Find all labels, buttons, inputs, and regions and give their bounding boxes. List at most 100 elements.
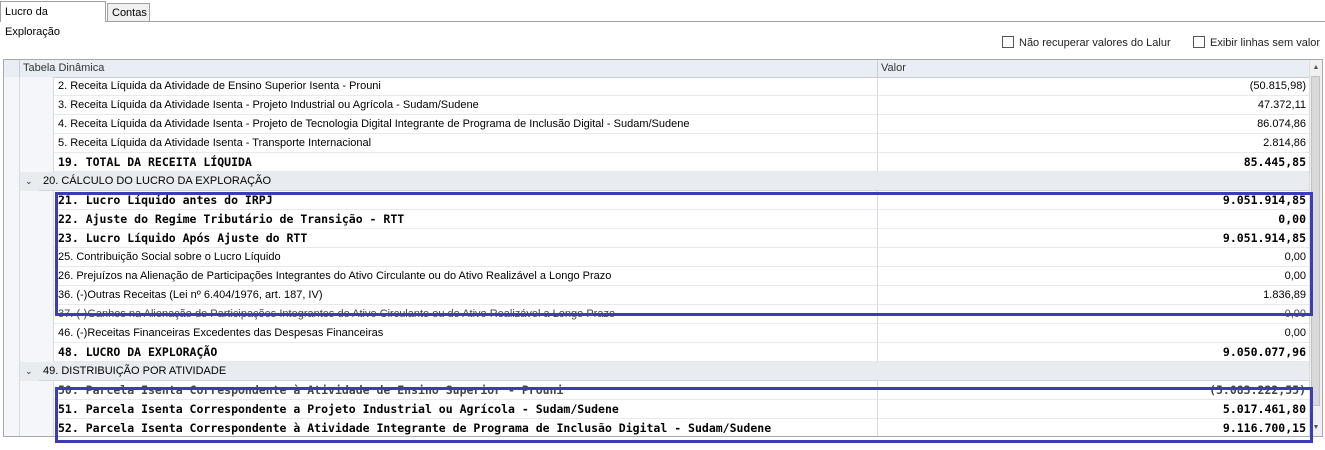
row-value: 0,00	[878, 248, 1310, 267]
table-row[interactable]: 37. (-)Ganhos na Alienação de Participaç…	[4, 305, 1312, 324]
row-value: 2.814,86	[878, 134, 1310, 153]
row-value: (5.083.222,55)	[878, 381, 1310, 400]
row-indicator	[4, 96, 20, 115]
row-value: 9.051.914,85	[878, 191, 1310, 210]
table-row[interactable]: 5. Receita Líquida da Atividade Isenta -…	[4, 134, 1312, 153]
table-row[interactable]: 46. (-)Receitas Financeiras Excedentes d…	[4, 324, 1312, 343]
row-indicator	[4, 77, 20, 96]
row-label: 25. Contribuição Social sobre o Lucro Lí…	[54, 248, 878, 267]
chevron-down-icon[interactable]: ⌄	[25, 367, 33, 376]
column-header-valor[interactable]: Valor	[878, 60, 1312, 77]
checkbox[interactable]	[1193, 36, 1205, 48]
row-indent	[20, 77, 54, 96]
row-value: (50.815,98)	[878, 77, 1310, 96]
row-indicator	[4, 362, 20, 381]
table-row[interactable]: 25. Contribuição Social sobre o Lucro Lí…	[4, 248, 1312, 267]
table-row[interactable]: 26. Prejuízos na Alienação de Participaç…	[4, 267, 1312, 286]
row-value: 0,00	[878, 324, 1310, 343]
row-label: 21. Lucro Líquido antes do IRPJ	[54, 191, 878, 210]
pivot-grid: Tabela Dinâmica Valor 2. Receita Líquida…	[3, 59, 1323, 437]
row-indicator	[4, 172, 20, 191]
row-label: 51. Parcela Isenta Correspondente a Proj…	[54, 400, 878, 419]
table-row[interactable]: 2. Receita Líquida da Atividade de Ensin…	[4, 77, 1312, 96]
row-value: 9.051.914,85	[878, 229, 1310, 248]
row-label: 5. Receita Líquida da Atividade Isenta -…	[54, 134, 878, 153]
option-nao-recuperar-lalur[interactable]: Não recuperar valores do Lalur	[1002, 36, 1171, 50]
row-indicator	[4, 286, 20, 305]
row-indent	[20, 96, 54, 115]
row-indicator	[4, 115, 20, 134]
table-row[interactable]: 36. (-)Outras Receitas (Lei nº 6.404/197…	[4, 286, 1312, 305]
row-label: 26. Prejuízos na Alienação de Participaç…	[54, 267, 878, 286]
table-row[interactable]: 51. Parcela Isenta Correspondente a Proj…	[4, 400, 1312, 419]
table-row[interactable]: 22. Ajuste do Regime Tributário de Trans…	[4, 210, 1312, 229]
row-value: 5.017.461,80	[878, 400, 1310, 419]
row-label: 3. Receita Líquida da Atividade Isenta -…	[54, 96, 878, 115]
row-indicator	[4, 324, 20, 343]
vertical-scrollbar[interactable]: ▲ ▼	[1309, 60, 1322, 436]
arrow-up-icon[interactable]: ▲	[1310, 62, 1322, 74]
row-indent	[20, 324, 54, 343]
row-label: 20. CÁLCULO DO LUCRO DA EXPLORAÇÃO	[39, 172, 1311, 191]
row-value: 1.836,89	[878, 286, 1310, 305]
row-indicator	[4, 248, 20, 267]
row-label: 36. (-)Outras Receitas (Lei nº 6.404/197…	[54, 286, 878, 305]
row-indent	[20, 305, 54, 324]
row-indent	[20, 229, 54, 248]
row-label: 4. Receita Líquida da Atividade Isenta -…	[54, 115, 878, 134]
chevron-down-icon[interactable]: ⌄	[25, 177, 33, 186]
row-label: 23. Lucro Líquido Após Ajuste do RTT	[54, 229, 878, 248]
row-label: 50. Parcela Isenta Correspondente à Ativ…	[54, 381, 878, 400]
row-indicator	[4, 210, 20, 229]
row-indent	[20, 248, 54, 267]
row-indent	[20, 419, 54, 436]
arrow-down-icon[interactable]: ▼	[1310, 422, 1322, 434]
tab-lucro-da-exploracao[interactable]: Lucro da Exploração	[0, 1, 106, 38]
row-label: 48. LUCRO DA EXPLORAÇÃO	[54, 343, 878, 362]
row-value: 0,00	[878, 305, 1310, 324]
checkbox[interactable]	[1002, 36, 1014, 48]
row-indent	[20, 115, 54, 134]
table-row[interactable]: 4. Receita Líquida da Atividade Isenta -…	[4, 115, 1312, 134]
row-value: 9.050.077,96	[878, 343, 1310, 362]
row-label: 46. (-)Receitas Financeiras Excedentes d…	[54, 324, 878, 343]
row-label: 37. (-)Ganhos na Alienação de Participaç…	[54, 305, 878, 324]
row-label: 22. Ajuste do Regime Tributário de Trans…	[54, 210, 878, 229]
row-value: 9.116.700,15	[878, 419, 1310, 436]
row-indicator	[4, 153, 20, 172]
group-row[interactable]: ⌄ 20. CÁLCULO DO LUCRO DA EXPLORAÇÃO	[4, 172, 1312, 191]
row-label: 19. TOTAL DA RECEITA LÍQUIDA	[54, 153, 878, 172]
row-indent	[20, 191, 54, 210]
option-exibir-linhas-sem-valor[interactable]: Exibir linhas sem valor	[1193, 36, 1320, 50]
row-indicator	[4, 381, 20, 400]
table-row[interactable]: 23. Lucro Líquido Após Ajuste do RTT 9.05…	[4, 229, 1312, 248]
row-indent	[20, 343, 54, 362]
row-indicator	[4, 400, 20, 419]
row-value: 85.445,85	[878, 153, 1310, 172]
tab-contas[interactable]: Contas	[107, 3, 150, 21]
row-indent	[20, 400, 54, 419]
row-indicator	[4, 134, 20, 153]
table-row[interactable]: 50. Parcela Isenta Correspondente à Ativ…	[4, 381, 1312, 400]
row-label: 2. Receita Líquida da Atividade de Ensin…	[54, 77, 878, 96]
row-indent	[20, 381, 54, 400]
row-indent	[20, 286, 54, 305]
row-indicator	[4, 191, 20, 210]
row-value: 47.372,11	[878, 96, 1310, 115]
row-indicator	[4, 229, 20, 248]
tab-divider	[0, 21, 1325, 22]
table-row[interactable]: 52. Parcela Isenta Correspondente à Ativ…	[4, 419, 1312, 436]
scrollbar-thumb[interactable]	[1311, 76, 1320, 406]
table-row[interactable]: 19. TOTAL DA RECEITA LÍQUIDA 85.445,85	[4, 153, 1312, 172]
row-value: 86.074,86	[878, 115, 1310, 134]
tab-bar: Lucro da Exploração Contas	[0, 0, 1325, 38]
column-header-tabela-dinamica[interactable]: Tabela Dinâmica	[20, 60, 878, 77]
group-row[interactable]: ⌄ 49. DISTRIBUIÇÃO POR ATIVIDADE	[4, 362, 1312, 381]
header-gutter	[4, 60, 20, 77]
table-row[interactable]: 48. LUCRO DA EXPLORAÇÃO 9.050.077,96	[4, 343, 1312, 362]
table-row[interactable]: 3. Receita Líquida da Atividade Isenta -…	[4, 96, 1312, 115]
table-row[interactable]: 21. Lucro Líquido antes do IRPJ 9.051.914…	[4, 191, 1312, 210]
row-indicator	[4, 343, 20, 362]
row-indent	[20, 134, 54, 153]
row-indicator	[4, 267, 20, 286]
